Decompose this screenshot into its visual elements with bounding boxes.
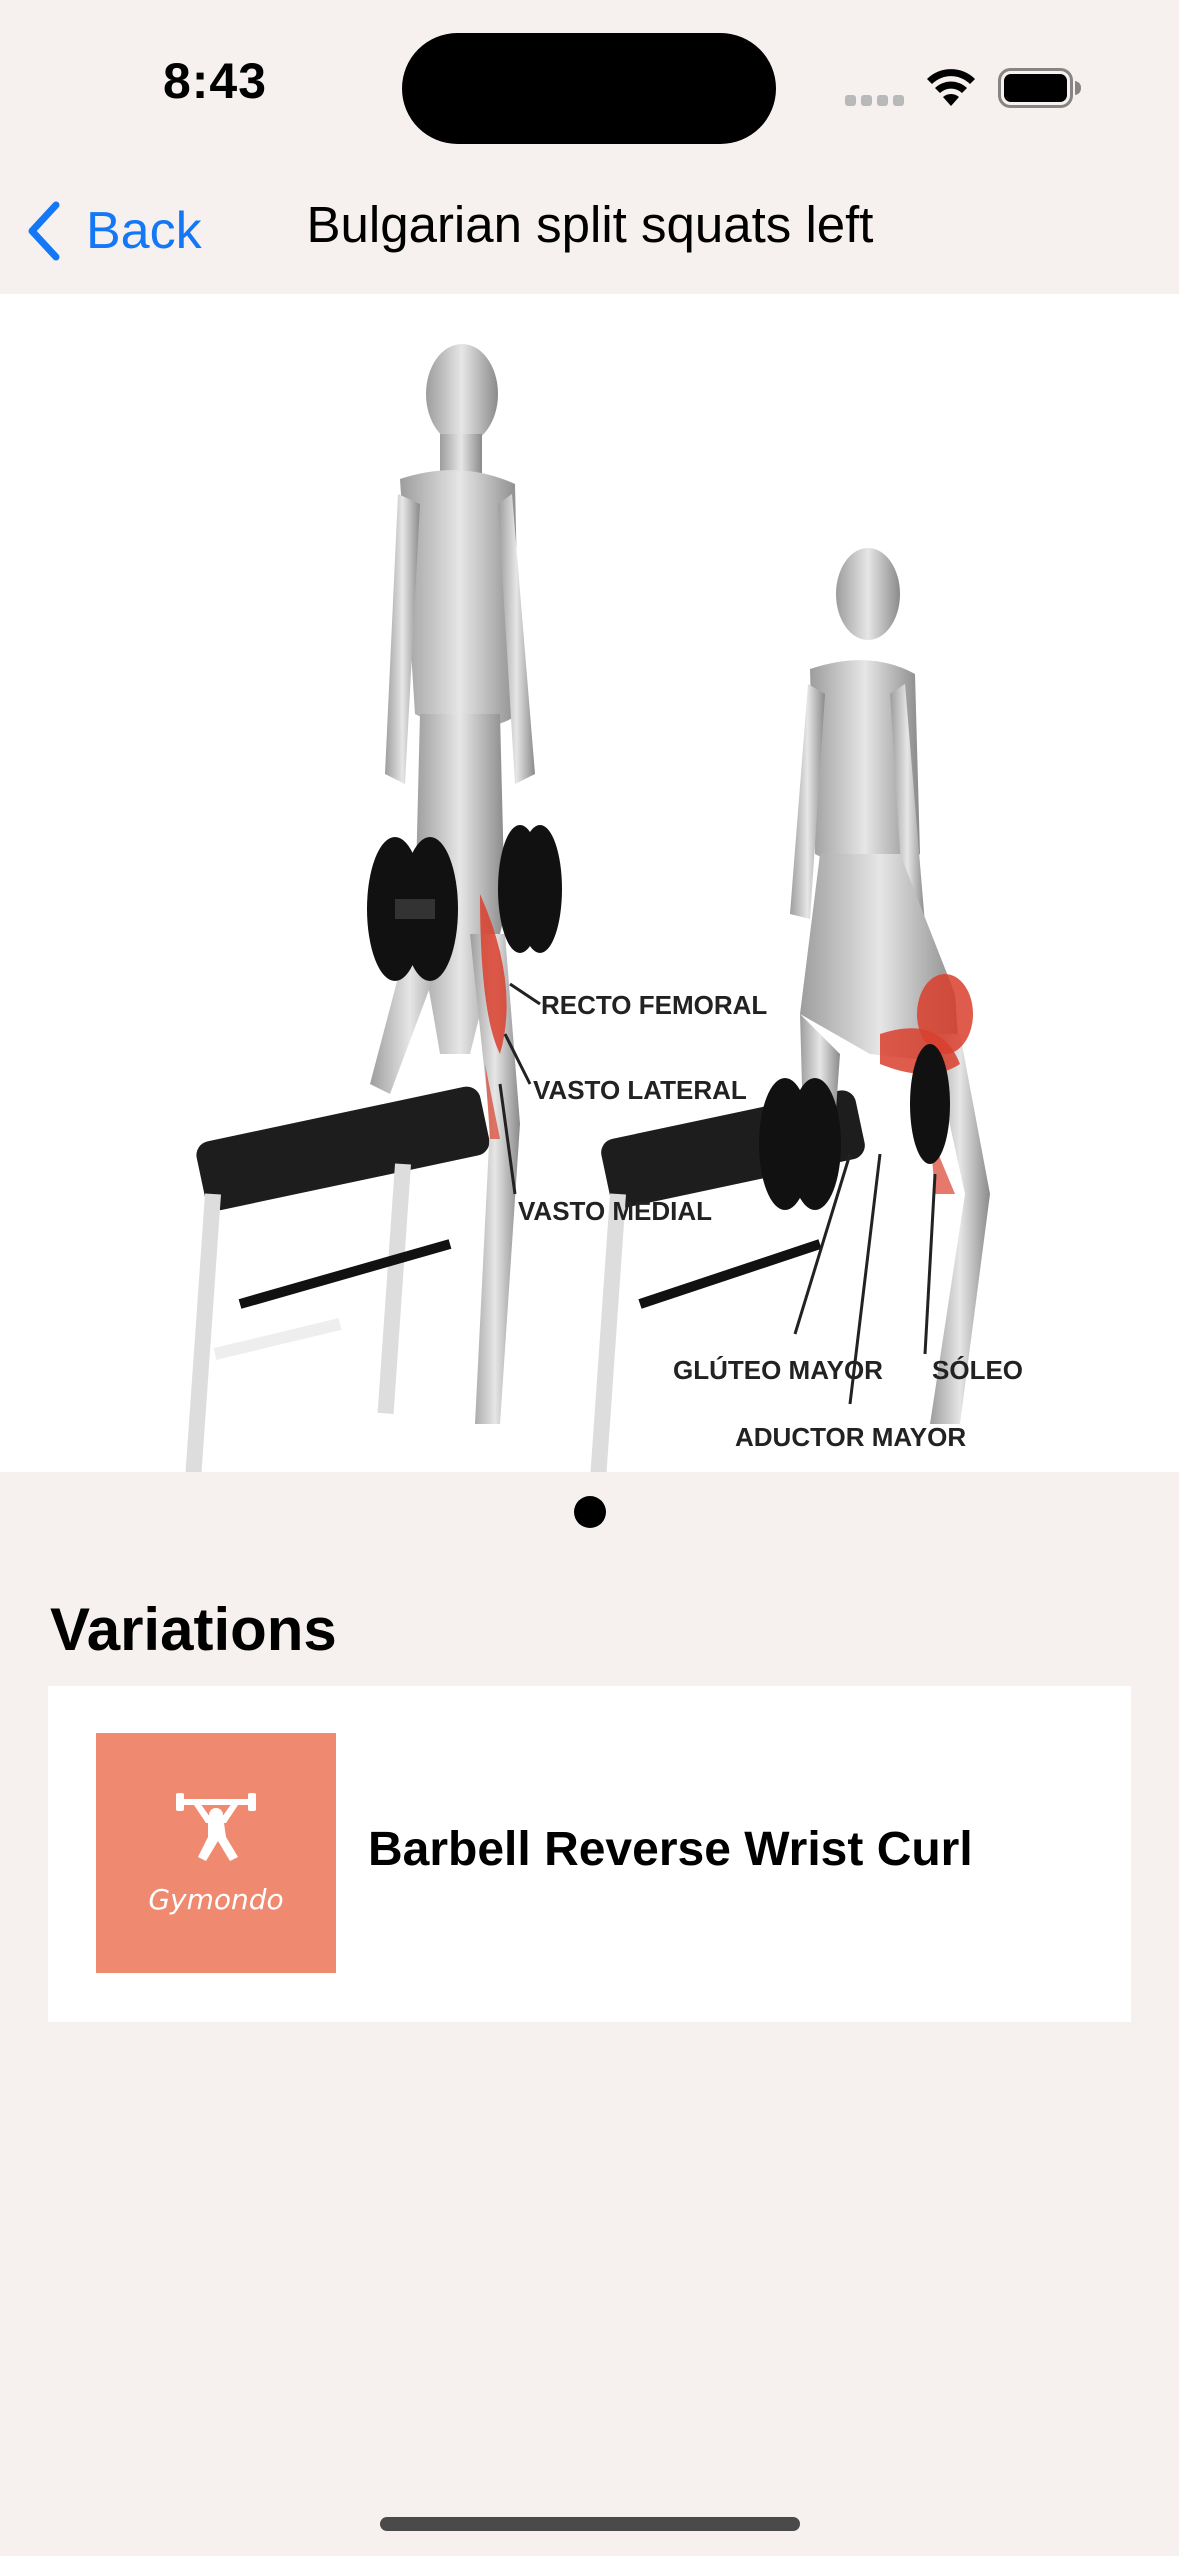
variation-list-item[interactable]: Gymondo Barbell Reverse Wrist Curl — [48, 1686, 1131, 2022]
dynamic-island — [402, 33, 776, 144]
variations-heading: Variations — [50, 1596, 337, 1663]
label-aductor-mayor: ADUCTOR MAYOR — [735, 1422, 966, 1452]
status-bar: 8:43 — [0, 0, 1179, 170]
label-gluteo-mayor: GLÚTEO MAYOR — [673, 1355, 883, 1385]
label-soleo: SÓLEO — [932, 1355, 1023, 1385]
chevron-left-icon — [28, 201, 60, 261]
thumbnail-brand-label: Gymondo — [148, 1883, 284, 1916]
label-recto-femoral: RECTO FEMORAL — [541, 990, 767, 1020]
wifi-icon — [927, 69, 975, 106]
variation-thumbnail: Gymondo — [96, 1733, 336, 1973]
battery-icon — [998, 68, 1081, 108]
page-indicator-dot[interactable] — [574, 1496, 606, 1528]
back-button[interactable]: Back — [24, 194, 202, 268]
page-title: Bulgarian split squats left — [306, 196, 874, 253]
cellular-signal-icon — [845, 95, 905, 109]
home-indicator[interactable] — [380, 2517, 800, 2531]
label-vasto-lateral: VASTO LATERAL — [533, 1075, 747, 1105]
variation-name: Barbell Reverse Wrist Curl — [368, 1823, 973, 1876]
weightlifter-icon — [176, 1793, 256, 1861]
navigation-bar: Back Bulgarian split squats left — [0, 170, 1179, 294]
exercise-illustration[interactable]: RECTO FEMORAL VASTO LATERAL VASTO MEDIAL… — [0, 294, 1179, 1472]
exercise-figure-image: RECTO FEMORAL VASTO LATERAL VASTO MEDIAL… — [167, 344, 1023, 1472]
label-vasto-medial: VASTO MEDIAL — [518, 1196, 712, 1226]
status-time: 8:43 — [162, 53, 268, 109]
back-label: Back — [86, 202, 202, 260]
